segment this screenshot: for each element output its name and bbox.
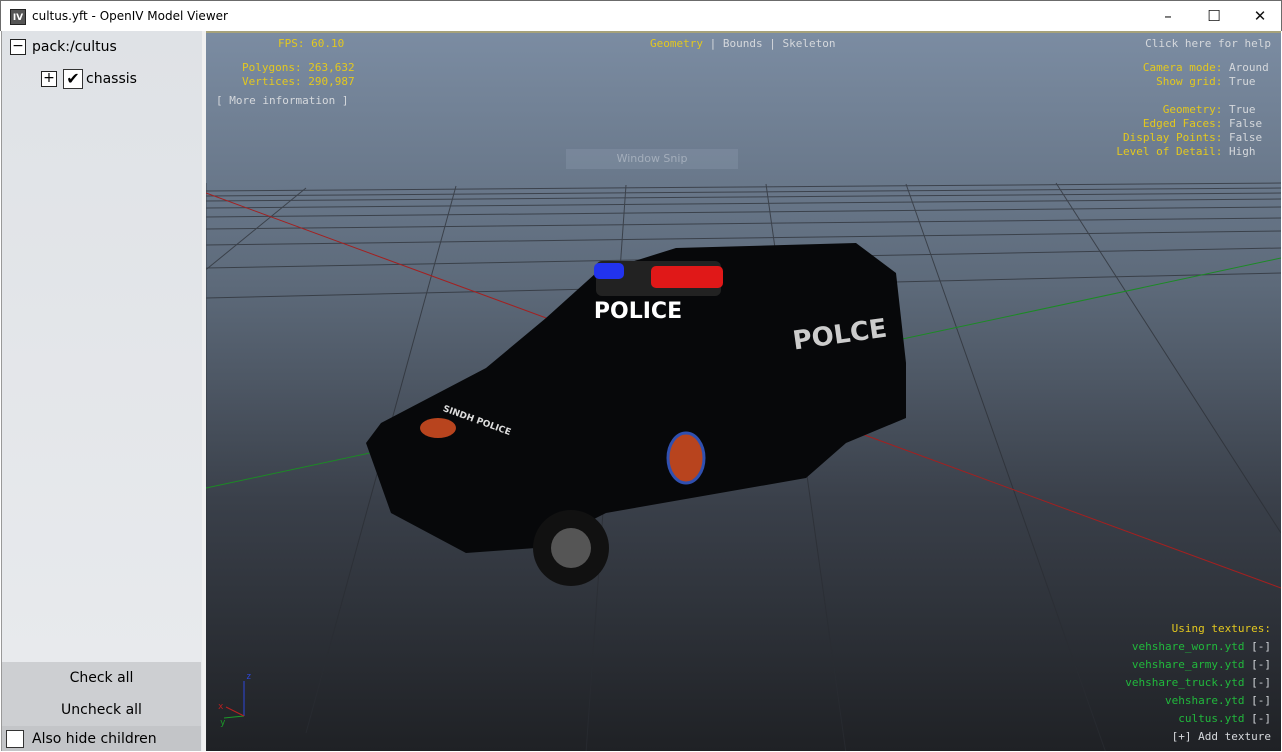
3d-viewport[interactable]: POLICE POLCE SINDH POLICE z x y FPS: 60.… [206, 31, 1281, 751]
door-emblem [666, 431, 706, 485]
vertices-readout: Vertices: 290,987 [242, 75, 355, 88]
gizmo-z-label: z [246, 672, 251, 682]
remove-texture-button[interactable]: [-] [1251, 640, 1271, 653]
setting-value[interactable]: True [1229, 103, 1271, 116]
app-icon: IV [10, 9, 26, 25]
expand-icon[interactable]: + [41, 71, 57, 87]
gizmo-y-label: y [220, 718, 226, 728]
view-mode-switch: Geometry | Bounds | Skeleton [650, 37, 836, 50]
also-hide-children-label: Also hide children [32, 730, 157, 747]
setting-label: Geometry: [1162, 103, 1223, 116]
remove-texture-button[interactable]: [-] [1251, 676, 1271, 689]
tree-item-label: pack:/cultus [32, 39, 117, 55]
also-hide-children-checkbox[interactable] [6, 729, 24, 748]
texture-name: vehshare_truck.ytd [1125, 676, 1245, 689]
polygons-readout: Polygons: 263,632 [242, 61, 355, 74]
close-button[interactable]: ✕ [1237, 1, 1282, 31]
fps-readout: FPS: 60.10 [278, 37, 345, 50]
setting-value[interactable]: Around [1229, 61, 1271, 74]
minimize-button[interactable]: – [1145, 1, 1191, 31]
setting-value[interactable]: False [1229, 117, 1271, 130]
chassis-checkbox[interactable]: ✔ [63, 69, 83, 89]
setting-label: Show grid: [1156, 75, 1223, 88]
gizmo-x-label: x [218, 702, 224, 712]
check-all-button[interactable]: Check all [2, 662, 201, 694]
window-snip-overlay: Window Snip [566, 149, 738, 169]
grid: POLICE POLCE SINDH POLICE z x y [206, 182, 1281, 751]
setting-row[interactable]: Show grid: True [1156, 75, 1271, 88]
texture-name: vehshare.ytd [1165, 694, 1245, 707]
tree-item-root[interactable]: − pack:/cultus [10, 39, 117, 55]
tree-item-label: chassis [86, 71, 137, 87]
remove-texture-button[interactable]: [-] [1251, 712, 1271, 725]
setting-value[interactable]: False [1229, 131, 1271, 144]
car-model: POLICE POLCE SINDH POLICE [366, 243, 906, 586]
texture-item: vehshare_army.ytd [-] [1132, 658, 1271, 671]
textures-title: Using textures: [1171, 622, 1271, 635]
remove-texture-button[interactable]: [-] [1251, 694, 1271, 707]
texture-item: vehshare_worn.ytd [-] [1132, 640, 1271, 653]
setting-label: Camera mode: [1142, 61, 1223, 74]
texture-item: vehshare.ytd [-] [1165, 694, 1271, 707]
add-texture-link[interactable]: [+] Add texture [1172, 730, 1271, 743]
texture-item: cultus.ytd [-] [1178, 712, 1271, 725]
roof-text: POLICE [594, 299, 682, 324]
texture-name: cultus.ytd [1178, 712, 1245, 725]
setting-row[interactable]: Display Points: False [1123, 131, 1271, 144]
axis-gizmo: z x y [218, 672, 251, 728]
tree-item-chassis[interactable]: + ✔ chassis [41, 69, 137, 89]
texture-name: vehshare_worn.ytd [1131, 640, 1245, 653]
title-bar: IV cultus.yft - OpenIV Model Viewer – ☐ … [0, 0, 1282, 31]
hood-emblem [420, 418, 456, 438]
setting-label: Display Points: [1123, 131, 1223, 144]
model-tree-panel: − pack:/cultus + ✔ chassis Check all Unc… [1, 31, 202, 751]
more-information-link[interactable]: [ More information ] [216, 94, 348, 107]
setting-row[interactable]: Level of Detail: High [1116, 145, 1271, 158]
setting-row[interactable]: Camera mode: Around [1143, 61, 1271, 74]
setting-row[interactable]: Geometry: True [1163, 103, 1271, 116]
setting-value[interactable]: High [1229, 145, 1271, 158]
texture-name: vehshare_army.ytd [1131, 658, 1245, 671]
mode-geometry[interactable]: Geometry [650, 37, 703, 50]
mode-skeleton[interactable]: Skeleton [782, 37, 835, 50]
setting-value[interactable]: True [1229, 75, 1271, 88]
collapse-icon[interactable]: − [10, 39, 26, 55]
texture-item: vehshare_truck.ytd [-] [1125, 676, 1271, 689]
uncheck-all-button[interactable]: Uncheck all [2, 694, 201, 726]
help-link[interactable]: Click here for help [1145, 37, 1271, 50]
maximize-button[interactable]: ☐ [1191, 1, 1237, 31]
setting-label: Level of Detail: [1116, 145, 1223, 158]
also-hide-children-option[interactable]: Also hide children [2, 726, 201, 751]
setting-label: Edged Faces: [1142, 117, 1223, 130]
remove-texture-button[interactable]: [-] [1251, 658, 1271, 671]
setting-row[interactable]: Edged Faces: False [1143, 117, 1271, 130]
mode-bounds[interactable]: Bounds [723, 37, 763, 50]
window-title: cultus.yft - OpenIV Model Viewer [32, 9, 228, 23]
